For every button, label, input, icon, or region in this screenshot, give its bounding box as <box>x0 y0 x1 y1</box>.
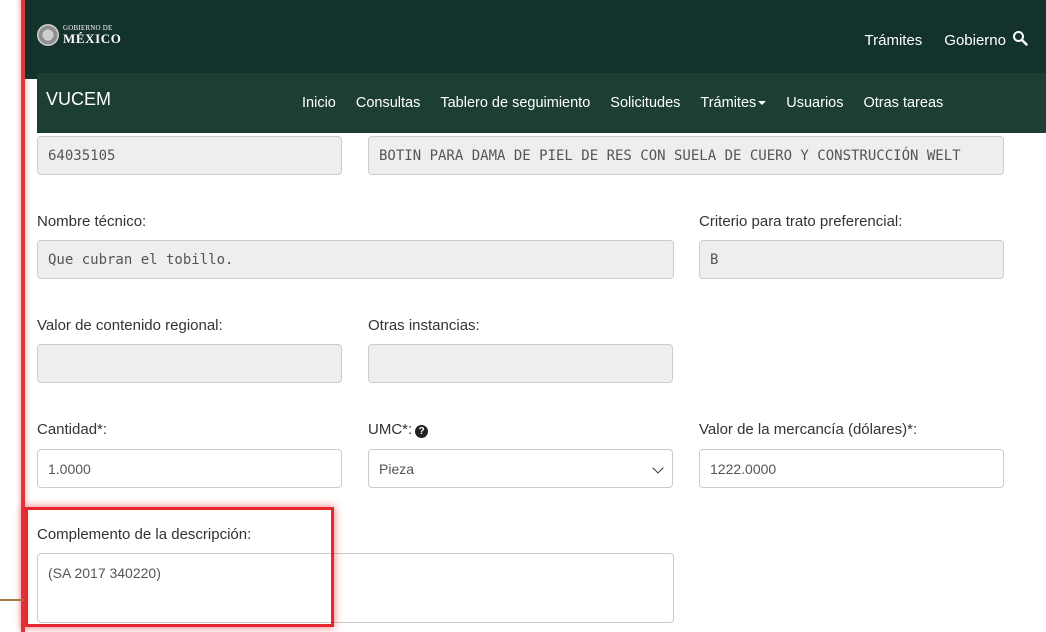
header-links: Trámites Gobierno <box>865 32 1007 49</box>
valor-mercancia-input[interactable]: 1222.0000 <box>699 449 1004 488</box>
criterio-field: B <box>699 240 1004 279</box>
valor-regional-field <box>37 344 342 383</box>
umc-label: UMC*:? <box>368 421 429 438</box>
cantidad-label: Cantidad*: <box>37 421 108 438</box>
nav-menu: Inicio Consultas Tablero de seguimiento … <box>302 95 963 111</box>
otras-instancias-field <box>368 344 673 383</box>
chevron-down-icon <box>652 462 664 474</box>
question-circle-icon[interactable]: ? <box>415 425 429 438</box>
logo-big-text: MÉXICO <box>63 31 122 46</box>
umc-label-text: UMC*: <box>368 421 413 438</box>
highlight-annotation-box <box>25 507 334 627</box>
nav-item-usuarios[interactable]: Usuarios <box>786 95 843 111</box>
nav-item-tramites-label: Trámites <box>700 95 757 111</box>
search-icon[interactable] <box>1012 30 1028 46</box>
valor-mercancia-label: Valor de la mercancía (dólares)*: <box>699 421 918 438</box>
gobierno-mexico-logo[interactable]: GOBIERNO DE MÉXICO <box>37 24 122 46</box>
cantidad-input[interactable]: 1.0000 <box>37 449 342 488</box>
gobierno-link[interactable]: Gobierno <box>944 32 1006 49</box>
nav-item-tramites[interactable]: Trámites <box>700 95 767 111</box>
nav-item-tablero[interactable]: Tablero de seguimiento <box>440 95 590 111</box>
logo-text: GOBIERNO DE MÉXICO <box>63 25 122 46</box>
umc-selected-value: Pieza <box>379 460 415 477</box>
main-navbar: VUCEM Inicio Consultas Tablero de seguim… <box>37 73 1046 133</box>
nombre-tecnico-field: Que cubran el tobillo. <box>37 240 674 279</box>
nav-item-solicitudes[interactable]: Solicitudes <box>610 95 680 111</box>
umc-select[interactable]: Pieza <box>368 449 673 488</box>
brand-vucem[interactable]: VUCEM <box>46 89 111 110</box>
nav-item-inicio[interactable]: Inicio <box>302 95 336 111</box>
tramites-link[interactable]: Trámites <box>865 32 923 49</box>
nav-item-consultas[interactable]: Consultas <box>356 95 420 111</box>
divider-line <box>0 599 24 601</box>
otras-instancias-label: Otras instancias: <box>368 317 480 334</box>
valor-regional-label: Valor de contenido regional: <box>37 317 223 334</box>
fraccion-arancelaria-field: 64035105 <box>37 136 342 175</box>
nav-item-otras-tareas[interactable]: Otras tareas <box>863 95 943 111</box>
national-seal-icon <box>37 24 59 46</box>
caret-down-icon <box>758 101 767 106</box>
criterio-label: Criterio para trato preferencial: <box>699 213 903 230</box>
descripcion-field: BOTIN PARA DAMA DE PIEL DE RES CON SUELA… <box>368 136 1004 175</box>
government-header: GOBIERNO DE MÉXICO Trámites Gobierno <box>25 0 1046 79</box>
nombre-tecnico-label: Nombre técnico: <box>37 213 147 230</box>
